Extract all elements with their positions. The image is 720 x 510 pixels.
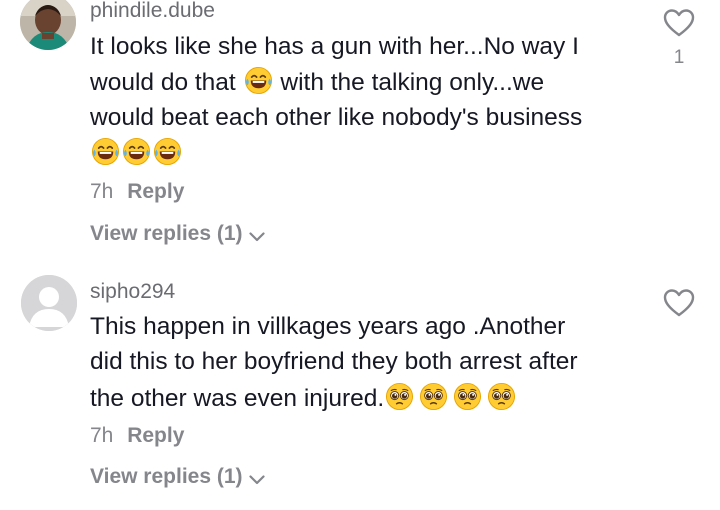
comment-username[interactable]: sipho294 (90, 280, 175, 304)
view-replies-button[interactable]: View replies (1) (90, 222, 265, 246)
comment-item: phindile.dube It looks like she has a gu… (0, 0, 720, 255)
reply-button[interactable]: Reply (127, 424, 184, 447)
comment-text-line: This happen in villkages years ago .Anot… (90, 313, 566, 340)
comment-text-segment: the other was even injured. (90, 385, 385, 412)
comment-item: sipho294 This happen in villkages years … (0, 255, 720, 510)
comment-text-segment: would do that (90, 69, 236, 96)
pleading-face-emoji-icon (487, 382, 516, 411)
like-button[interactable]: 1 (662, 8, 696, 69)
view-replies-label: View replies (1) (90, 465, 243, 488)
avatar[interactable] (20, 0, 76, 50)
comment-text-segment: with the talking only...we (280, 69, 545, 96)
comment-text-line: would do that with the talking only...we (90, 65, 544, 101)
reply-button[interactable]: Reply (127, 180, 184, 203)
pleading-face-emoji-icon (385, 382, 414, 411)
comment-text-line: the other was even injured. (90, 381, 517, 417)
user-photo-avatar-icon (20, 0, 76, 50)
view-replies-label: View replies (1) (90, 222, 243, 245)
like-button[interactable] (662, 288, 696, 323)
heart-outline-icon (663, 8, 695, 38)
pleading-face-emoji-icon (453, 382, 482, 411)
comment-timestamp: 7h (90, 180, 114, 203)
comment-timestamp: 7h (90, 424, 114, 447)
comment-meta: 7h Reply (90, 424, 184, 448)
laughing-tears-emoji-icon (244, 66, 273, 95)
laughing-tears-emoji-icon (122, 137, 151, 166)
like-count: 1 (673, 47, 685, 68)
comment-emoji-line (90, 136, 183, 172)
laughing-tears-emoji-icon (91, 137, 120, 166)
comment-meta: 7h Reply (90, 180, 184, 204)
comment-text-line: It looks like she has a gun with her...N… (90, 33, 579, 60)
default-avatar-icon (21, 275, 77, 331)
comment-text-line: did this to her boyfriend they both arre… (90, 348, 578, 375)
chevron-down-icon (249, 475, 265, 485)
avatar[interactable] (21, 275, 77, 331)
laughing-tears-emoji-icon (153, 137, 182, 166)
comment-text-line: would beat each other like nobody's busi… (90, 104, 583, 131)
comment-username[interactable]: phindile.dube (90, 0, 215, 23)
view-replies-button[interactable]: View replies (1) (90, 465, 265, 489)
pleading-face-emoji-icon (419, 382, 448, 411)
chevron-down-icon (249, 232, 265, 242)
heart-outline-icon (663, 288, 695, 318)
